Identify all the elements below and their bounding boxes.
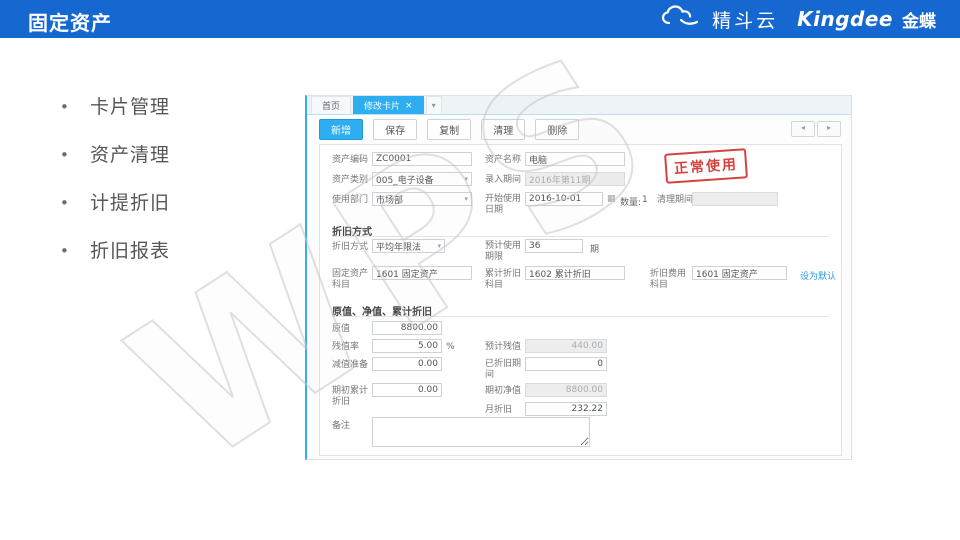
chevron-down-icon: ▾ [464, 175, 468, 183]
section-divider [332, 236, 829, 237]
depreciation-method-select[interactable]: 平均年限法 ▾ [372, 239, 445, 253]
prev-record-button[interactable]: ◂ [791, 121, 815, 137]
next-record-button[interactable]: ▸ [817, 121, 841, 137]
expected-residual-label: 预计残值 [485, 342, 527, 353]
arrow-left-icon: ◂ [801, 123, 805, 132]
bullet-depreciation: 计提折旧 [90, 191, 170, 215]
bullet-asset-cleanup: 资产清理 [90, 143, 170, 167]
asset-code-input[interactable] [372, 152, 472, 166]
residual-rate-label: 残值率 [332, 342, 374, 353]
brand-kingdee-cn: 金蝶 [902, 7, 936, 32]
bullet-depreciation-report: 折旧报表 [90, 239, 170, 263]
quantity-value: 1 [642, 195, 648, 205]
expected-period-unit: 期 [590, 242, 599, 255]
add-button[interactable]: 新增 [319, 119, 363, 140]
asset-name-label: 资产名称 [485, 155, 527, 166]
tab-bar: 首页 修改卡片 × ▾ [307, 96, 851, 115]
tab-modify-card[interactable]: 修改卡片 × [353, 96, 424, 114]
bullet-icon: • [60, 191, 90, 215]
impairment-label: 减值准备 [332, 360, 374, 371]
fixed-asset-account-label: 固定资产科目 [332, 269, 374, 291]
cleanup-button[interactable]: 清理 [481, 119, 525, 140]
delete-button[interactable]: 删除 [535, 119, 579, 140]
residual-rate-unit: % [446, 342, 455, 352]
tab-home[interactable]: 首页 [311, 96, 351, 114]
list-item: • 计提折旧 [60, 191, 170, 239]
feature-list: • 卡片管理 • 资产清理 • 计提折旧 • 折旧报表 [60, 95, 170, 287]
begin-accum-input[interactable] [372, 383, 442, 397]
chevron-down-icon: ▾ [437, 242, 441, 250]
asset-name-input[interactable] [525, 152, 625, 166]
toolbar: 新增 保存 复制 清理 删除 [319, 119, 584, 140]
set-default-link[interactable]: 设为默认 [800, 269, 836, 282]
bullet-icon: • [60, 239, 90, 263]
original-value-label: 原值 [332, 324, 374, 335]
chevron-down-icon: ▾ [432, 101, 436, 110]
asset-category-value: 005_电子设备 [376, 173, 434, 186]
bullet-icon: • [60, 95, 90, 119]
tab-list-dropdown[interactable]: ▾ [426, 96, 442, 114]
impairment-input[interactable] [372, 357, 442, 371]
section-divider [332, 316, 829, 317]
expected-residual-input [525, 339, 607, 353]
asset-code-label: 资产编码 [332, 155, 374, 166]
page-title: 固定资产 [28, 7, 112, 36]
arrow-right-icon: ▸ [827, 123, 831, 132]
fixed-asset-account-input[interactable] [372, 266, 472, 280]
entry-period-input [525, 172, 625, 186]
save-button[interactable]: 保存 [373, 119, 417, 140]
brand-kingdee-en: Kingdee [797, 7, 893, 31]
app-window: 首页 修改卡片 × ▾ 新增 保存 复制 清理 删除 ◂ ▸ 正常使用 资产编码… [305, 95, 852, 460]
brand-logos: 精斗云 Kingdee 金蝶 [661, 0, 936, 38]
depr-expense-account-input[interactable] [692, 266, 787, 280]
remark-textarea[interactable] [372, 417, 590, 447]
bullet-card-management: 卡片管理 [90, 95, 170, 119]
begin-accum-label: 期初累计折旧 [332, 386, 374, 408]
status-stamp: 正常使用 [664, 148, 748, 184]
list-item: • 资产清理 [60, 143, 170, 191]
start-date-input[interactable] [525, 192, 603, 206]
tab-home-label: 首页 [322, 99, 340, 112]
cleanup-period-input [692, 192, 778, 206]
department-label: 使用部门 [332, 195, 374, 206]
copy-button[interactable]: 复制 [427, 119, 471, 140]
depreciation-method-label: 折旧方式 [332, 242, 374, 253]
asset-category-label: 资产类别 [332, 175, 374, 186]
monthly-depr-input[interactable] [525, 402, 607, 416]
list-item: • 卡片管理 [60, 95, 170, 143]
begin-net-label: 期初净值 [485, 386, 527, 397]
department-select[interactable]: 市场部 ▾ [372, 192, 472, 206]
bullet-icon: • [60, 143, 90, 167]
begin-net-input [525, 383, 607, 397]
cloud-icon [661, 4, 703, 34]
quantity-label: 数量: [620, 195, 641, 208]
depreciated-periods-input[interactable] [525, 357, 607, 371]
monthly-depr-label: 月折旧 [485, 405, 527, 416]
accum-depr-account-label: 累计折旧科目 [485, 269, 527, 291]
expected-period-label: 预计使用期限 [485, 241, 527, 263]
depreciated-periods-label: 已折旧期间 [485, 359, 527, 381]
calendar-icon[interactable]: ▦ [607, 194, 616, 204]
close-icon[interactable]: × [405, 101, 413, 111]
brand-jingdouyun: 精斗云 [712, 6, 778, 33]
card-form-panel: 正常使用 资产编码 资产名称 资产类别 005_电子设备 ▾ 录入期间 使用部门… [319, 144, 842, 456]
asset-category-select[interactable]: 005_电子设备 ▾ [372, 172, 472, 186]
depr-expense-account-label: 折旧费用科目 [650, 269, 692, 291]
depreciation-method-value: 平均年限法 [376, 240, 421, 253]
tab-modify-card-label: 修改卡片 [364, 99, 400, 112]
residual-rate-input[interactable] [372, 339, 442, 353]
list-item: • 折旧报表 [60, 239, 170, 287]
original-value-input[interactable] [372, 321, 442, 335]
chevron-down-icon: ▾ [464, 195, 468, 203]
department-value: 市场部 [376, 193, 403, 206]
slide-header: 固定资产 精斗云 Kingdee 金蝶 [0, 0, 960, 38]
entry-period-label: 录入期间 [485, 175, 527, 186]
expected-period-input[interactable] [525, 239, 583, 253]
start-date-label: 开始使用日期 [485, 194, 527, 216]
remark-label: 备注 [332, 421, 374, 432]
accum-depr-account-input[interactable] [525, 266, 625, 280]
